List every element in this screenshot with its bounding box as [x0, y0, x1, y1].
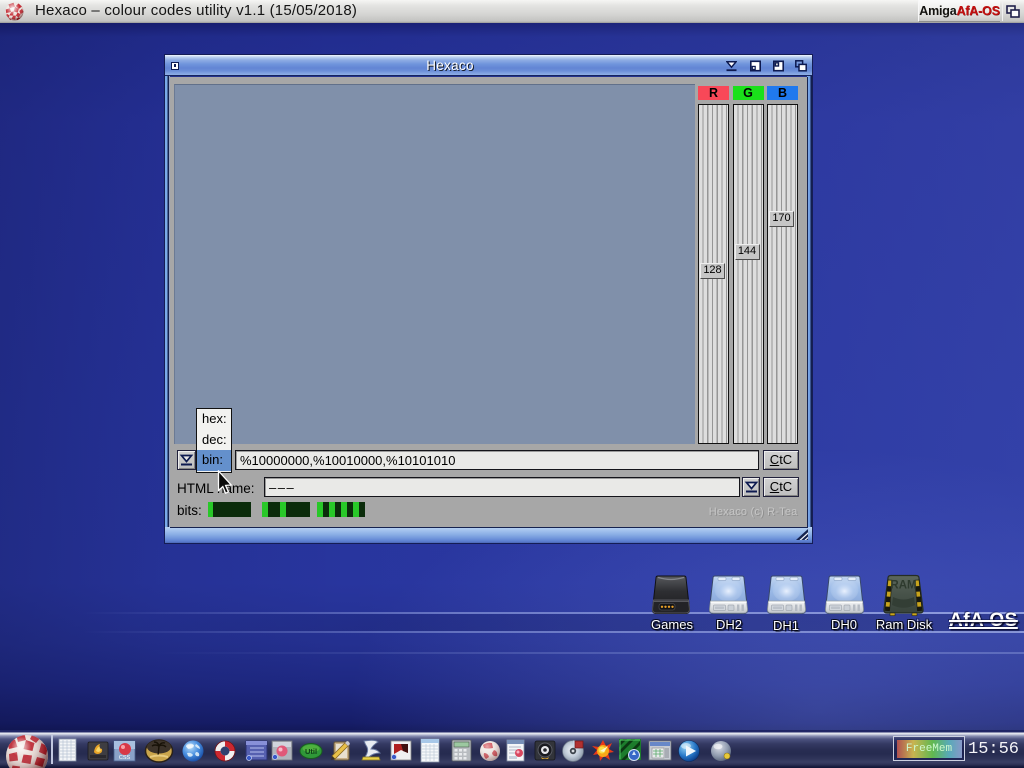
svg-text:CSS: CSS — [119, 755, 131, 761]
svg-text:RAM: RAM — [890, 580, 916, 592]
svg-text:Util: Util — [305, 747, 317, 756]
